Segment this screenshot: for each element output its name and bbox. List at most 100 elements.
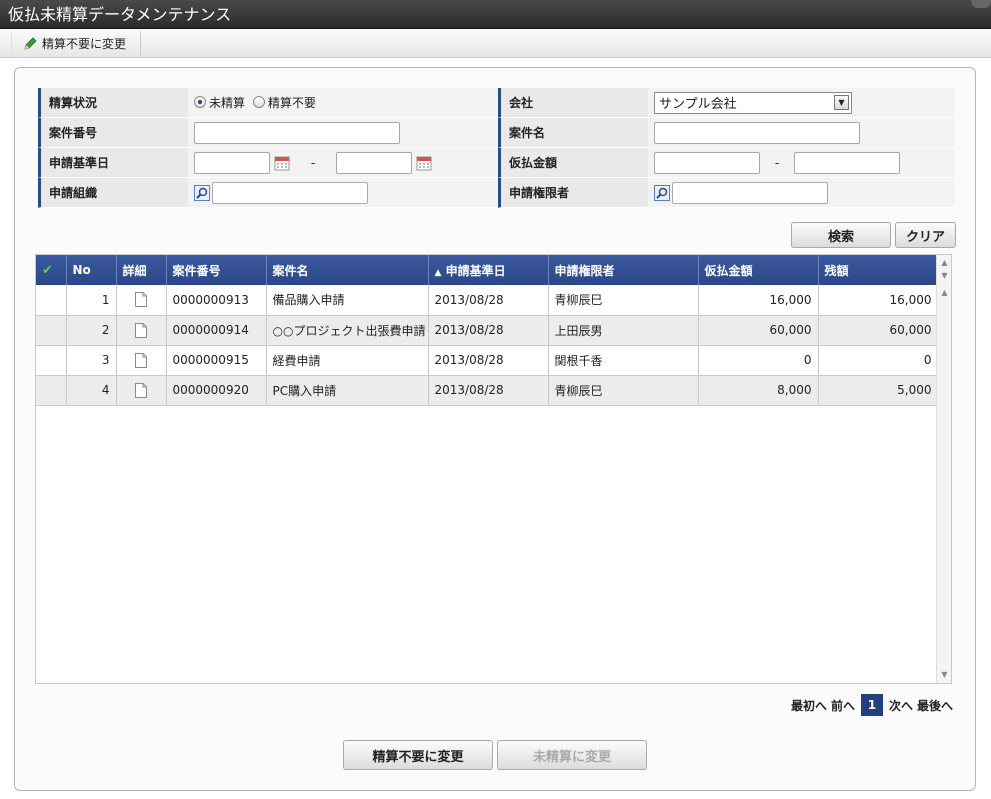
case-name-field <box>648 118 955 148</box>
case-name-input[interactable] <box>654 121 860 144</box>
scroll-down-icon[interactable]: ▼ <box>940 670 949 679</box>
settlement-status-field: 未精算 精算不要 <box>188 88 498 118</box>
pager-current-page[interactable]: 1 <box>860 694 883 716</box>
column-header-amount[interactable]: 仮払金額 <box>698 255 819 285</box>
table-row[interactable]: 1 0000000913 備品購入申請 2013/08/28 青柳辰巳 16,0… <box>36 285 939 316</box>
detail-cell[interactable] <box>116 345 167 376</box>
balance-cell: 16,000 <box>818 285 939 316</box>
column-header-authority[interactable]: 申請権限者 <box>548 255 699 285</box>
company-label: 会社 <box>498 88 648 118</box>
radio-not-required-indicator[interactable] <box>252 96 265 109</box>
authority-field <box>648 178 955 208</box>
authority-label: 申請権限者 <box>498 178 648 208</box>
case-number-input[interactable] <box>194 121 400 144</box>
column-header-balance[interactable]: 残額 <box>818 255 939 285</box>
main-panel: 精算状況 未精算 精算不要 会社 サンプル会社 ▼ 案件番号 案件名 申請基準日… <box>14 67 976 791</box>
scroll-down-icon[interactable]: ▼ <box>940 271 949 280</box>
case-number-cell: 0000000915 <box>166 345 267 376</box>
balance-cell: 0 <box>818 345 939 376</box>
case-number-cell: 0000000920 <box>166 375 267 406</box>
column-header-no[interactable]: No <box>66 255 117 285</box>
change-not-required-button[interactable]: 精算不要に変更 <box>343 740 493 770</box>
case-number-cell: 0000000914 <box>166 315 267 346</box>
authority-cell: 関根千香 <box>548 345 699 376</box>
scroll-up-icon[interactable]: ▲ <box>940 288 949 297</box>
row-checkbox-cell[interactable] <box>36 375 67 406</box>
row-no: 4 <box>66 375 117 406</box>
radio-not-required-label: 精算不要 <box>267 95 316 110</box>
organization-label: 申請組織 <box>38 178 188 208</box>
pager-prev-link[interactable]: 前へ <box>831 697 855 714</box>
company-select-value: サンプル会社 <box>659 97 737 112</box>
case-name-label: 案件名 <box>498 118 648 148</box>
detail-cell[interactable] <box>116 375 167 406</box>
base-date-label: 申請基準日 <box>38 148 188 178</box>
radio-not-required[interactable]: 精算不要 <box>252 94 316 111</box>
search-icon[interactable] <box>654 184 670 201</box>
radio-unsettled-indicator[interactable] <box>194 96 206 109</box>
chevron-down-icon[interactable]: ▼ <box>834 95 849 110</box>
case-name-cell: 備品購入申請 <box>266 285 429 316</box>
document-icon[interactable] <box>135 292 147 308</box>
document-icon[interactable] <box>135 322 147 338</box>
column-header-detail[interactable]: 詳細 <box>116 255 167 285</box>
search-button[interactable]: 検索 <box>791 222 891 248</box>
search-form: 精算状況 未精算 精算不要 会社 サンプル会社 ▼ 案件番号 案件名 申請基準日… <box>38 88 955 208</box>
row-checkbox-cell[interactable] <box>36 285 67 316</box>
pager-first-link[interactable]: 最初へ <box>791 697 827 714</box>
base-date-separator: - <box>310 155 316 170</box>
result-grid: ✔ No 詳細 案件番号 案件名 ▲ 申請基準日 申請権限者 仮払金額 残額 1… <box>35 254 952 684</box>
company-select[interactable]: サンプル会社 ▼ <box>654 91 852 114</box>
grid-header-row: ✔ No 詳細 案件番号 案件名 ▲ 申請基準日 申請権限者 仮払金額 残額 <box>36 255 939 285</box>
pager-last-link[interactable]: 最後へ <box>917 697 953 714</box>
case-number-cell: 0000000913 <box>166 285 267 316</box>
table-row[interactable]: 4 0000000920 PC購入申請 2013/08/28 青柳辰巳 8,00… <box>36 375 939 406</box>
base-date-from-input[interactable] <box>194 151 270 174</box>
advance-amount-label: 仮払金額 <box>498 148 648 178</box>
base-date-cell: 2013/08/28 <box>428 375 549 406</box>
authority-input[interactable] <box>672 181 828 204</box>
row-checkbox-cell[interactable] <box>36 315 67 346</box>
advance-amount-from-input[interactable] <box>654 151 760 174</box>
toolbar-change-not-required-button[interactable]: 精算不要に変更 <box>11 31 141 56</box>
calendar-icon[interactable] <box>416 155 432 171</box>
table-row[interactable]: 2 0000000914 ○○プロジェクト出張費申請 2013/08/28 上田… <box>36 315 939 346</box>
document-icon[interactable] <box>135 382 147 398</box>
base-date-to-input[interactable] <box>336 151 412 174</box>
change-unsettled-button[interactable]: 未精算に変更 <box>497 740 647 770</box>
column-header-case-number[interactable]: 案件番号 <box>166 255 267 285</box>
advance-amount-to-input[interactable] <box>794 151 900 174</box>
case-name-cell: ○○プロジェクト出張費申請 <box>266 315 429 346</box>
case-name-cell: 経費申請 <box>266 345 429 376</box>
detail-cell[interactable] <box>116 285 167 316</box>
row-checkbox-cell[interactable] <box>36 345 67 376</box>
organization-input[interactable] <box>212 181 368 204</box>
amount-cell: 60,000 <box>698 315 819 346</box>
amount-cell: 0 <box>698 345 819 376</box>
table-row[interactable]: 3 0000000915 経費申請 2013/08/28 関根千香 0 0 <box>36 345 939 376</box>
clear-button[interactable]: クリア <box>895 222 956 248</box>
pencil-icon <box>24 36 37 50</box>
pager-next-link[interactable]: 次へ <box>889 697 913 714</box>
case-name-cell: PC購入申請 <box>266 375 429 406</box>
document-icon[interactable] <box>135 352 147 368</box>
column-header-case-name[interactable]: 案件名 <box>266 255 429 285</box>
column-header-base-date[interactable]: ▲ 申請基準日 <box>428 255 549 285</box>
case-number-label: 案件番号 <box>38 118 188 148</box>
sort-ascending-icon: ▲ <box>434 267 442 278</box>
check-icon: ✔ <box>42 262 53 278</box>
case-number-field <box>188 118 498 148</box>
window-title: 仮払未精算データメンテナンス <box>8 5 232 24</box>
radio-unsettled[interactable]: 未精算 <box>194 94 245 111</box>
grid-vertical-scrollbar[interactable]: ▲ ▼ ▲ ▼ <box>936 255 951 683</box>
settlement-status-label: 精算状況 <box>38 88 188 118</box>
radio-unsettled-label: 未精算 <box>209 95 246 110</box>
pagination: 最初へ 前へ 1 次へ 最後へ <box>791 694 953 716</box>
authority-cell: 青柳辰巳 <box>548 375 699 406</box>
select-all-checkbox[interactable]: ✔ <box>36 255 67 285</box>
detail-cell[interactable] <box>116 315 167 346</box>
amount-cell: 8,000 <box>698 375 819 406</box>
search-icon[interactable] <box>194 184 210 201</box>
scroll-up-icon[interactable]: ▲ <box>940 258 949 267</box>
calendar-icon[interactable] <box>274 155 290 171</box>
